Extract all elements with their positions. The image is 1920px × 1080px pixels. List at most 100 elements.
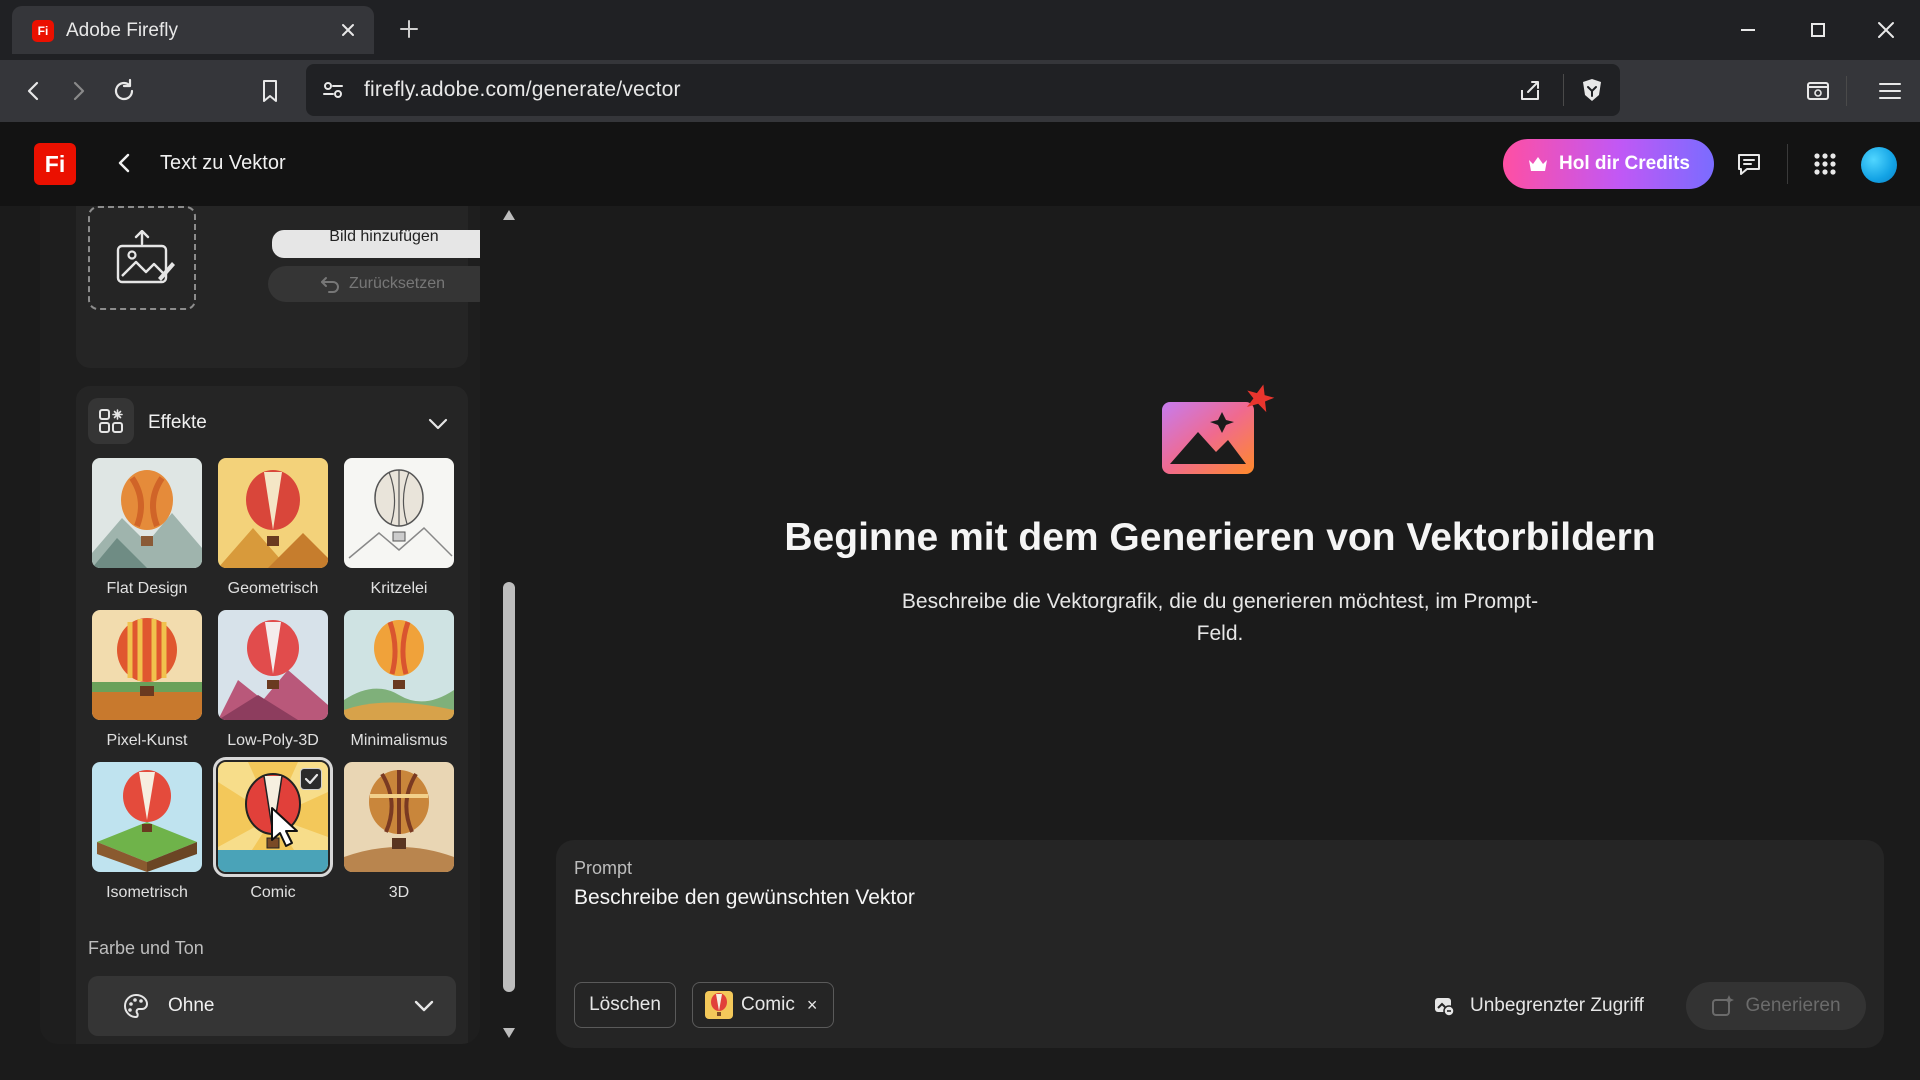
effect-thumbnail	[344, 610, 454, 720]
prompt-panel: Prompt Beschreibe den gewünschten Vektor…	[556, 840, 1884, 1048]
generate-button[interactable]: Generieren	[1686, 982, 1866, 1030]
effect-geometrisch[interactable]: Geometrisch	[218, 458, 328, 598]
apps-grid-icon[interactable]	[1810, 149, 1840, 179]
get-credits-button[interactable]: Hol dir Credits	[1503, 139, 1714, 189]
sidepanel-icon[interactable]	[1804, 77, 1832, 105]
menu-icon[interactable]	[1876, 77, 1904, 105]
style-reference-card: Bild hinzufügen Zurücksetzen	[76, 206, 480, 368]
browser-tabstrip: Fi Adobe Firefly	[0, 0, 1920, 60]
unlimited-access-indicator: Unbegrenzter Zugriff	[1432, 994, 1644, 1018]
effect-kritzelei[interactable]: Kritzelei	[344, 458, 454, 598]
effect-label: Minimalismus	[350, 732, 448, 749]
generate-label: Generieren	[1745, 995, 1841, 1016]
tab-title: Adobe Firefly	[66, 20, 178, 41]
bookmark-icon[interactable]	[256, 77, 284, 105]
palette-icon	[124, 993, 149, 1019]
reset-label: Zurücksetzen	[348, 275, 446, 292]
effect-label: Geometrisch	[227, 580, 319, 597]
tab-close-icon[interactable]	[336, 18, 360, 42]
effect-thumbnail	[213, 757, 333, 877]
prompt-label: Prompt	[574, 858, 633, 878]
effect-thumbnail	[218, 458, 328, 568]
empty-state-subtitle: Beschreibe die Vektorgrafik, die du gene…	[901, 590, 1539, 645]
effect-label: Low-Poly-3D	[227, 732, 319, 749]
effect-thumbnail	[92, 610, 202, 720]
scroll-thumb[interactable]	[503, 582, 515, 992]
color-tone-label: Farbe und Ton	[88, 938, 204, 958]
unlimited-access-label: Unbegrenzter Zugriff	[1470, 995, 1644, 1016]
effects-section: Effekte Flat Design Geometrisch Kritzele…	[76, 386, 468, 1044]
effect-thumbnail	[92, 458, 202, 568]
effect-label: Isometrisch	[106, 884, 188, 901]
close-window-icon[interactable]	[1872, 16, 1900, 44]
effect-pixel-kunst[interactable]: Pixel-Kunst	[92, 610, 202, 750]
url-text[interactable]: firefly.adobe.com/generate/vector	[364, 78, 681, 102]
effect-thumbnail	[218, 610, 328, 720]
image-upload-icon	[116, 230, 175, 284]
credits-label: Hol dir Credits	[1559, 153, 1690, 174]
brave-shield-icon[interactable]	[1578, 76, 1606, 104]
browser-toolbar: firefly.adobe.com/generate/vector	[0, 60, 1920, 122]
back-chevron-icon[interactable]	[112, 150, 138, 176]
page-title: Text zu Vektor	[160, 152, 286, 174]
effects-collapse-chevron-icon[interactable]	[426, 412, 450, 436]
maximize-icon[interactable]	[1804, 16, 1832, 44]
mouse-cursor-icon	[270, 806, 300, 848]
effect-thumbnail	[344, 762, 454, 872]
add-image-button[interactable]: Bild hinzufügen	[272, 230, 480, 258]
firefly-logo[interactable]: Fi	[34, 143, 76, 185]
feedback-icon[interactable]	[1734, 149, 1764, 179]
scroll-down-arrow-icon[interactable]	[503, 1028, 515, 1038]
share-icon[interactable]	[1516, 76, 1544, 104]
effects-title: Effekte	[148, 412, 207, 433]
add-image-label: Bild hinzufügen	[329, 230, 439, 245]
comic-chip-thumbnail	[705, 991, 733, 1019]
chip-label: Comic	[741, 994, 795, 1015]
site-settings-icon[interactable]	[320, 77, 346, 103]
back-arrow-icon[interactable]	[20, 77, 48, 105]
chevron-down-icon	[414, 1000, 434, 1012]
effect-3d[interactable]: 3D	[344, 762, 454, 902]
effect-thumbnail	[344, 458, 454, 568]
image-upload-dropzone[interactable]	[88, 206, 196, 310]
new-tab-icon[interactable]	[396, 16, 422, 42]
effect-flat-design[interactable]: Flat Design	[92, 458, 202, 598]
chip-remove-icon[interactable]: ×	[807, 995, 818, 1016]
prompt-input[interactable]: Beschreibe den gewünschten Vektor	[574, 886, 1774, 910]
clear-button[interactable]: Löschen	[574, 982, 676, 1028]
reset-button[interactable]: Zurücksetzen	[268, 266, 480, 302]
empty-state-title: Beginne mit dem Generieren von Vektorbil…	[784, 516, 1656, 559]
effect-thumbnail	[92, 762, 202, 872]
reload-icon[interactable]	[110, 77, 138, 105]
effect-comic[interactable]: Comic	[213, 757, 333, 902]
effect-chip-comic[interactable]: Comic ×	[692, 982, 834, 1028]
sidebar-scrollbar[interactable]	[498, 206, 520, 1044]
user-avatar[interactable]	[1861, 147, 1897, 183]
minimize-icon[interactable]	[1734, 16, 1762, 44]
selected-check-icon	[300, 768, 322, 790]
address-bar[interactable]: firefly.adobe.com/generate/vector	[306, 64, 1620, 116]
effect-label: 3D	[388, 884, 410, 901]
color-tone-value: Ohne	[168, 995, 215, 1016]
effect-low-poly-3d[interactable]: Low-Poly-3D	[218, 610, 328, 750]
effect-label: Pixel-Kunst	[106, 732, 188, 749]
firefly-favicon: Fi	[32, 20, 54, 42]
forward-arrow-icon[interactable]	[64, 77, 92, 105]
effect-isometrisch[interactable]: Isometrisch	[92, 762, 202, 902]
effect-label: Kritzelei	[370, 580, 428, 597]
undo-icon	[320, 277, 339, 293]
app-header: Fi Text zu Vektor Hol dir Credits	[0, 122, 1920, 206]
effects-icon	[88, 398, 134, 444]
browser-tab[interactable]: Fi Adobe Firefly	[12, 6, 374, 54]
settings-sidebar: Bild hinzufügen Zurücksetzen Effekte Fla…	[40, 206, 480, 1044]
unlimited-access-icon	[1435, 998, 1455, 1017]
effect-label: Comic	[250, 884, 296, 901]
main-area: Bild hinzufügen Zurücksetzen Effekte Fla…	[0, 206, 1920, 1080]
generate-sparkle-icon	[1712, 995, 1735, 1016]
vector-image-illustration-icon	[1160, 382, 1280, 486]
scroll-up-arrow-icon[interactable]	[503, 210, 515, 220]
color-tone-select[interactable]: Ohne	[88, 976, 456, 1036]
crown-icon	[1529, 157, 1548, 171]
effect-minimalismus[interactable]: Minimalismus	[344, 610, 454, 750]
effect-label: Flat Design	[106, 580, 188, 597]
